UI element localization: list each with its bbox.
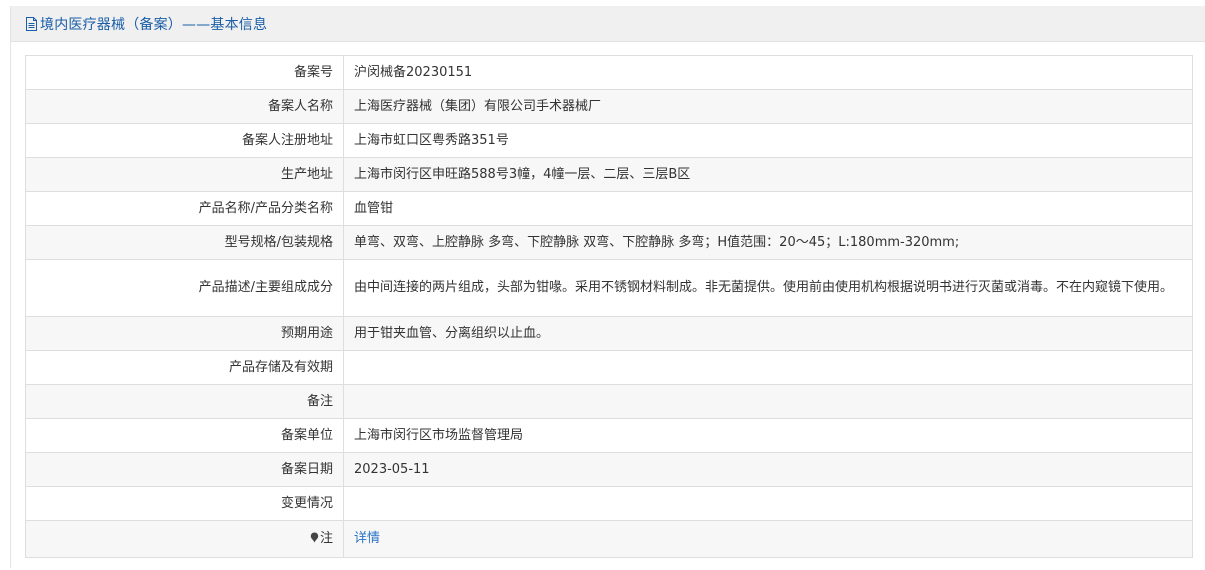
row-label: 备注 <box>25 384 344 419</box>
row-value: 由中间连接的两片组成，头部为钳喙。采用不锈钢材料制成。非无菌提供。使用前由使用机… <box>343 259 1193 317</box>
table-row-note: 注 详情 <box>25 520 1193 558</box>
table-row: 产品存储及有效期 <box>25 350 1193 385</box>
row-label: 产品名称/产品分类名称 <box>25 191 344 226</box>
note-label-cell: 注 <box>25 520 344 558</box>
row-value: 上海市虹口区粤秀路351号 <box>343 123 1193 158</box>
row-label: 备案人名称 <box>25 89 344 124</box>
panel-header: 境内医疗器械（备案）——基本信息 <box>11 6 1205 42</box>
table-row: 产品名称/产品分类名称 血管钳 <box>25 191 1193 226</box>
table-row: 变更情况 <box>25 486 1193 521</box>
row-label: 备案号 <box>25 55 344 90</box>
info-table: 备案号 沪闵械备20230151 备案人名称 上海医疗器械（集团）有限公司手术器… <box>25 55 1193 558</box>
row-value: 上海市闵行区市场监督管理局 <box>343 418 1193 453</box>
table-row: 预期用途 用于钳夹血管、分离组织以止血。 <box>25 316 1193 351</box>
table-row: 备案日期 2023-05-11 <box>25 452 1193 487</box>
row-label: 备案单位 <box>25 418 344 453</box>
row-value <box>343 350 1193 385</box>
info-panel: 境内医疗器械（备案）——基本信息 备案号 沪闵械备20230151 备案人名称 … <box>10 6 1205 568</box>
row-value: 用于钳夹血管、分离组织以止血。 <box>343 316 1193 351</box>
row-label: 型号规格/包装规格 <box>25 225 344 260</box>
row-label: 生产地址 <box>25 157 344 192</box>
table-row: 生产地址 上海市闵行区申旺路588号3幢，4幢一层、二层、三层B区 <box>25 157 1193 192</box>
note-value-cell: 详情 <box>343 520 1193 558</box>
table-row: 备案人注册地址 上海市虹口区粤秀路351号 <box>25 123 1193 158</box>
page-title: 境内医疗器械（备案）——基本信息 <box>40 16 268 33</box>
document-icon <box>25 16 38 31</box>
row-value <box>343 384 1193 419</box>
table-row: 备注 <box>25 384 1193 419</box>
row-value: 沪闵械备20230151 <box>343 55 1193 90</box>
row-label: 备案人注册地址 <box>25 123 344 158</box>
row-value: 上海市闵行区申旺路588号3幢，4幢一层、二层、三层B区 <box>343 157 1193 192</box>
pin-icon <box>310 530 319 543</box>
details-link[interactable]: 详情 <box>354 531 380 546</box>
row-label: 备案日期 <box>25 452 344 487</box>
note-label: 注 <box>319 531 333 546</box>
row-label: 变更情况 <box>25 486 344 521</box>
table-row: 备案人名称 上海医疗器械（集团）有限公司手术器械厂 <box>25 89 1193 124</box>
row-value <box>343 486 1193 521</box>
row-value: 2023-05-11 <box>343 452 1193 487</box>
table-row: 备案单位 上海市闵行区市场监督管理局 <box>25 418 1193 453</box>
row-label: 产品存储及有效期 <box>25 350 344 385</box>
table-row: 产品描述/主要组成成分 由中间连接的两片组成，头部为钳喙。采用不锈钢材料制成。非… <box>25 259 1193 317</box>
table-row: 备案号 沪闵械备20230151 <box>25 55 1193 90</box>
row-label: 产品描述/主要组成成分 <box>25 259 344 317</box>
row-label: 预期用途 <box>25 316 344 351</box>
row-value: 单弯、双弯、上腔静脉 多弯、下腔静脉 双弯、下腔静脉 多弯；H值范围：20～45… <box>343 225 1193 260</box>
row-value: 上海医疗器械（集团）有限公司手术器械厂 <box>343 89 1193 124</box>
table-row: 型号规格/包装规格 单弯、双弯、上腔静脉 多弯、下腔静脉 双弯、下腔静脉 多弯；… <box>25 225 1193 260</box>
row-value: 血管钳 <box>343 191 1193 226</box>
